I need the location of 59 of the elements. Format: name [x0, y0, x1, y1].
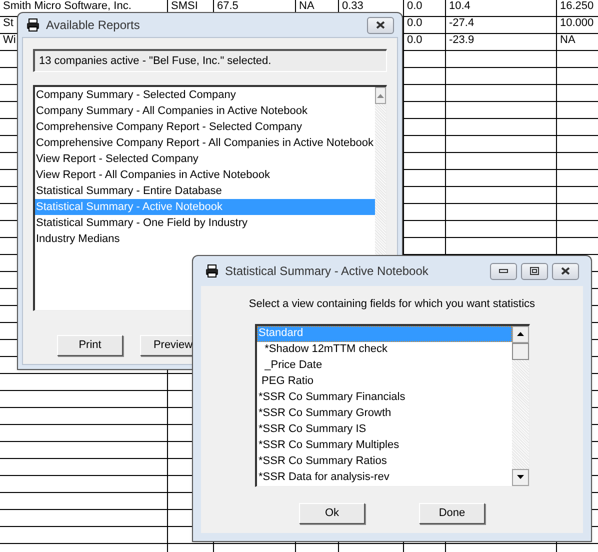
list-item[interactable]: _Price Date [256, 358, 512, 374]
table-cell: 10.000 [560, 17, 594, 29]
list-item[interactable]: *SSR Co Summary IS [256, 422, 512, 438]
window-title: Available Reports [46, 17, 141, 34]
list-item[interactable]: PEG Ratio [256, 374, 512, 390]
scrollbar[interactable] [512, 326, 528, 486]
list-item[interactable]: Company Summary - Selected Company [35, 87, 374, 103]
list-item[interactable]: *SSR Co Summary Financials [256, 390, 512, 406]
table-cell: NA [299, 0, 314, 12]
list-item[interactable]: View Report - All Companies in Active Notebook [35, 167, 374, 183]
table-cell: 0.0 [407, 0, 422, 12]
table-cell: Wi [3, 34, 16, 46]
close-button[interactable] [552, 262, 579, 280]
close-button[interactable] [367, 16, 394, 34]
list-item[interactable]: Statistical Summary - One Field by Industry [35, 215, 374, 231]
list-item[interactable]: *SSR Data for analysis-rev [256, 470, 512, 486]
minimize-button[interactable] [490, 262, 517, 280]
maximize-button[interactable] [521, 262, 548, 280]
window-title: Statistical Summary - Active Notebook [225, 263, 430, 280]
table-cell: 0.33 [342, 0, 364, 12]
printer-icon [26, 18, 40, 32]
list-item[interactable]: View Report - Selected Company [35, 151, 374, 167]
up-arrow-icon [516, 332, 524, 336]
dialog-button[interactable]: Done [419, 502, 485, 524]
list-item[interactable]: *SSR Co Summary Multiples [256, 438, 512, 454]
scroll-thumb[interactable] [512, 342, 528, 360]
maximize-icon [530, 267, 539, 275]
scroll-up-button[interactable] [512, 326, 528, 342]
table-cell: 67.5 [217, 0, 238, 12]
table-cell: Smith Micro Software, Inc. [3, 0, 132, 12]
down-arrow-icon [516, 475, 524, 479]
list-item[interactable]: Company Summary - All Companies in Active Notebook [35, 103, 374, 119]
printer-icon [205, 264, 219, 278]
list-item[interactable]: Comprehensive Company Report - Selected Company [35, 119, 374, 135]
table-cell: -27.4 [449, 17, 474, 29]
scroll-down-button[interactable] [512, 468, 528, 486]
list-item[interactable]: *SSR Co Summary Growth [256, 406, 512, 422]
list-item[interactable]: Statistical Summary - Entire Database [35, 183, 374, 199]
status-text: 13 companies active - "Bel Fuse, Inc." selected. [39, 54, 272, 69]
prompt-text: Select a view containing fields for which you want statistics [248, 297, 536, 312]
minimize-icon [499, 269, 508, 273]
dialog-button[interactable]: Ok [299, 502, 365, 524]
table-cell: 16.250 [560, 0, 594, 12]
table-cell: NA [560, 34, 576, 46]
table-cell: 0.0 [407, 17, 422, 29]
list-item[interactable]: Comprehensive Company Report - All Companies in Active Notebook [35, 135, 374, 151]
list-item[interactable]: *SSR Co Summary Ratios [256, 454, 512, 470]
table-cell: St [3, 17, 14, 29]
list-item[interactable]: Industry Medians [35, 231, 374, 247]
views-list[interactable]: Standard *Shadow 12mTTM check _Price Date PEG Ratio *SSR Co Summary Financials *SSR Co Summary Growth *SSR Co Summary IS *SSR Co Summary Multiples *SSR Co Summary Ratios *SSR Data for analysis-rev [254, 324, 530, 486]
close-icon [376, 21, 385, 29]
table-cell: -23.9 [449, 34, 474, 46]
table-cell: SMSI [171, 0, 198, 12]
dialog-button[interactable]: Print [57, 335, 123, 356]
up-arrow-icon [376, 94, 384, 98]
list-item[interactable]: *Shadow 12mTTM check [256, 342, 512, 358]
table-cell: 0.0 [407, 34, 422, 46]
table-cell: 10.4 [449, 0, 470, 12]
close-icon [561, 267, 570, 275]
